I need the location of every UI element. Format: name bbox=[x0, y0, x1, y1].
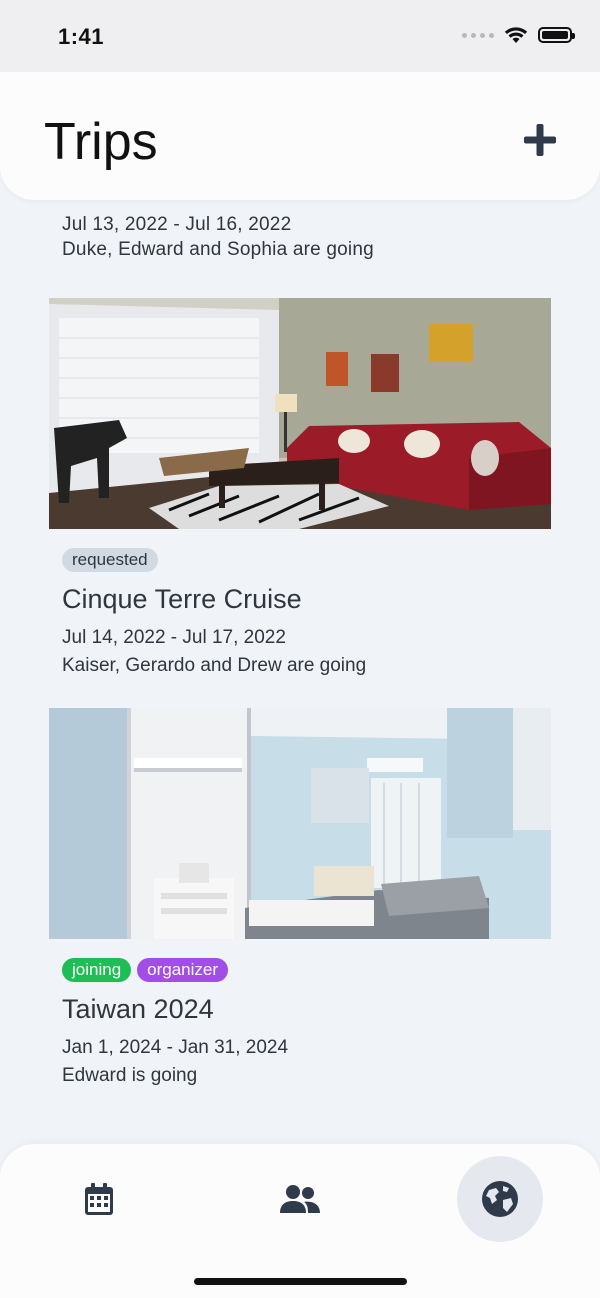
trip-dates: Jan 1, 2024 - Jan 31, 2024 bbox=[62, 1037, 289, 1058]
calendar-icon bbox=[85, 1183, 113, 1215]
status-icons bbox=[462, 26, 575, 44]
users-icon bbox=[280, 1185, 320, 1213]
nav-trips[interactable] bbox=[457, 1156, 543, 1242]
trip-image bbox=[49, 298, 551, 529]
nav-calendar[interactable] bbox=[56, 1156, 142, 1242]
globe-icon bbox=[482, 1181, 518, 1217]
status-bar: 1:41 bbox=[0, 0, 600, 72]
trip-badges: joining organizer bbox=[62, 958, 551, 982]
battery-icon bbox=[538, 27, 575, 43]
trip-dates: Jul 14, 2022 - Jul 17, 2022 bbox=[62, 627, 286, 648]
home-indicator[interactable] bbox=[194, 1278, 407, 1285]
add-trip-button[interactable] bbox=[522, 122, 558, 158]
trip-list[interactable]: Jul 13, 2022 - Jul 16, 2022 Duke, Edward… bbox=[0, 200, 600, 1135]
nav-people[interactable] bbox=[257, 1156, 343, 1242]
status-badge: requested bbox=[62, 548, 158, 572]
trip-image bbox=[49, 708, 551, 939]
status-badge: joining bbox=[62, 958, 132, 982]
signal-icon bbox=[462, 32, 494, 38]
trip-badges: requested bbox=[62, 548, 551, 572]
bottom-nav bbox=[0, 1144, 600, 1298]
status-time: 1:41 bbox=[58, 24, 105, 49]
wifi-icon bbox=[504, 27, 528, 43]
trip-going: Edward is going bbox=[62, 1065, 198, 1086]
trip-card-cinque-terre[interactable]: requested Cinque Terre Cruise Jul 14, 20… bbox=[49, 298, 551, 677]
header: Trips bbox=[0, 72, 600, 200]
trip-going: Kaiser, Gerardo and Drew are going bbox=[62, 655, 367, 676]
trip-name: Taiwan 2024 bbox=[62, 994, 214, 1024]
trip-going: Duke, Edward and Sophia are going bbox=[62, 239, 374, 260]
trip-dates: Jul 13, 2022 - Jul 16, 2022 bbox=[62, 214, 292, 235]
page-title: Trips bbox=[44, 113, 158, 171]
trip-card-taiwan[interactable]: joining organizer Taiwan 2024 Jan 1, 202… bbox=[49, 708, 551, 1087]
role-badge: organizer bbox=[137, 958, 229, 982]
trip-name: Cinque Terre Cruise bbox=[62, 584, 302, 614]
